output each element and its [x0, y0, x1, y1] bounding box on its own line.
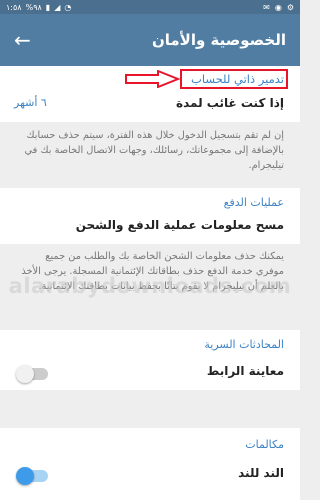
toggle-knob: [16, 365, 34, 383]
notification-icon: ✉: [263, 2, 270, 12]
inactive-period-value[interactable]: ٦ أشهر: [14, 96, 47, 109]
calls-header: مكالمات: [245, 438, 284, 451]
payments-header: عمليات الدفع: [223, 196, 284, 209]
battery-icon: ▮: [45, 2, 51, 12]
annotation-arrow-icon: [125, 70, 180, 88]
peer-to-peer-label: الند للند: [238, 466, 284, 480]
app-bar: ← الخصوصية والأمان: [0, 14, 300, 66]
clear-payment-info-row[interactable]: مسح معلومات عملية الدفع والشحن: [76, 218, 284, 232]
inactive-period-label: إذا كنت غائب لمدة: [176, 96, 284, 110]
self-destruct-info: إن لم تقم بتسجيل الدخول خلال هذه الفترة،…: [24, 130, 284, 171]
toggle-knob: [16, 467, 34, 485]
peer-to-peer-toggle[interactable]: [16, 467, 48, 485]
link-preview-toggle[interactable]: [16, 365, 48, 383]
app-icon: ◉: [274, 2, 282, 12]
calls-section: مكالمات الند للند: [0, 428, 300, 500]
watermark-text: alarabydownloads.com: [8, 274, 292, 298]
time-text: ١:٥٨: [6, 2, 22, 12]
watermark: alarabydownloads.com: [0, 274, 300, 298]
signal-icon: ◢: [54, 2, 61, 12]
battery-text: %٩٨: [25, 2, 42, 12]
wifi-icon: ◔: [64, 2, 72, 12]
payments-section: عمليات الدفع مسح معلومات عملية الدفع وال…: [0, 188, 300, 244]
secret-chats-header: المحادثات السرية: [204, 338, 284, 351]
page-title: الخصوصية والأمان: [151, 31, 286, 49]
status-bar: ١:٥٨ %٩٨ ▮ ◢ ◔ ✉ ◉ ⚙: [0, 0, 300, 14]
secret-chats-section: المحادثات السرية معاينة الرابط: [0, 330, 300, 390]
link-preview-label: معاينة الرابط: [206, 364, 284, 378]
annotation-highlight-box: [180, 69, 288, 89]
back-arrow-icon[interactable]: ←: [14, 30, 31, 50]
settings-icon: ⚙: [286, 2, 294, 12]
